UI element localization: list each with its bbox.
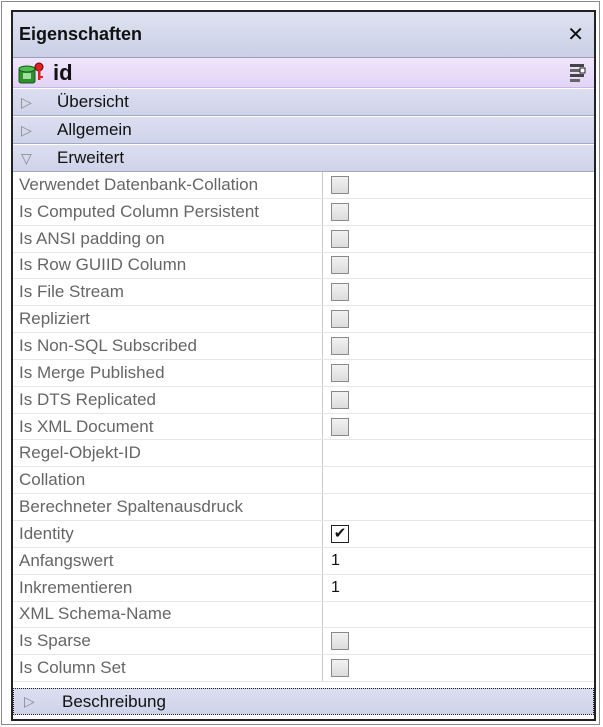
panel-titlebar: Eigenschaften ✕	[13, 12, 594, 58]
property-name: Identity	[13, 520, 323, 547]
property-grid: Verwendet Datenbank-Collation Is Computed…	[13, 172, 594, 683]
panel-title: Eigenschaften	[19, 24, 143, 44]
checkbox[interactable]	[331, 202, 349, 221]
property-row: Inkrementieren 1	[13, 574, 594, 602]
property-row: Regel-Objekt-ID	[13, 440, 594, 468]
checkbox[interactable]	[331, 632, 349, 651]
property-value[interactable]	[323, 253, 594, 279]
property-name: Is XML Document	[13, 413, 323, 440]
property-row: Is Merge Published	[13, 359, 594, 387]
section-label: Erweitert	[57, 148, 125, 167]
checkbox[interactable]	[331, 229, 349, 248]
property-name: XML Schema-Name	[13, 601, 323, 628]
property-value[interactable]	[323, 387, 594, 413]
checkbox[interactable]	[331, 336, 349, 355]
property-name: Regel-Objekt-ID	[13, 440, 323, 467]
expand-triangle-icon: ▷	[21, 121, 32, 138]
property-name: Is DTS Replicated	[13, 386, 323, 413]
checkbox[interactable]	[331, 310, 349, 329]
section-beschreibung[interactable]: ▷ Beschreibung	[13, 688, 594, 715]
property-name: Is Sparse	[13, 628, 323, 655]
section-label: Allgemein	[57, 120, 132, 139]
property-name: Is Computed Column Persistent	[13, 198, 323, 225]
checked-checkbox[interactable]: ✔	[331, 524, 349, 543]
property-row: Is Column Set	[13, 655, 594, 683]
object-name: id	[53, 59, 73, 85]
property-value[interactable]	[323, 628, 594, 654]
property-name: Is ANSI padding on	[13, 225, 323, 252]
property-row: Is File Stream	[13, 279, 594, 307]
property-value[interactable]	[323, 467, 594, 493]
section-label: Beschreibung	[62, 691, 166, 711]
expand-triangle-icon: ▷	[24, 693, 35, 709]
property-value[interactable]	[323, 306, 594, 332]
property-row: Verwendet Datenbank-Collation	[13, 172, 594, 199]
property-value[interactable]	[323, 440, 594, 466]
property-value[interactable]: 1	[323, 548, 594, 574]
property-value[interactable]	[323, 172, 594, 198]
property-value[interactable]	[323, 360, 594, 386]
property-row: Is Row GUIID Column	[13, 252, 594, 280]
property-row: Repliziert	[13, 306, 594, 334]
property-value[interactable]	[323, 414, 594, 440]
properties-panel: Eigenschaften ✕ id ▷ Übersicht ▷ Allgeme…	[11, 10, 596, 721]
property-value-text: 1	[331, 551, 340, 569]
property-name: Repliziert	[13, 306, 323, 333]
property-row: Is Non-SQL Subscribed	[13, 333, 594, 360]
collapse-triangle-icon: ▽	[21, 149, 32, 166]
property-name: Anfangswert	[13, 547, 323, 574]
property-name: Berechneter Spaltenausdruck	[13, 494, 323, 520]
expand-triangle-icon: ▷	[21, 93, 32, 110]
property-value[interactable]	[323, 199, 594, 225]
window-frame: Eigenschaften ✕ id ▷ Übersicht ▷ Allgeme…	[1, 1, 600, 725]
property-value-text: 1	[331, 578, 340, 596]
property-name: Verwendet Datenbank-Collation	[13, 172, 323, 198]
property-value[interactable]	[323, 333, 594, 359]
property-value[interactable]	[323, 279, 594, 305]
property-row: Identity ✔	[13, 520, 594, 548]
checkbox[interactable]	[331, 659, 349, 678]
property-name: Is File Stream	[13, 279, 323, 306]
property-row: Anfangswert 1	[13, 547, 594, 575]
section-label: Übersicht	[57, 92, 129, 111]
property-name: Is Column Set	[13, 655, 323, 682]
property-name: Is Row GUIID Column	[13, 252, 323, 279]
checkbox[interactable]	[331, 363, 349, 382]
property-value[interactable]	[323, 602, 594, 628]
sort-properties-icon[interactable]	[568, 63, 586, 83]
checkbox[interactable]	[331, 175, 349, 194]
property-row: XML Schema-Name	[13, 601, 594, 629]
property-value[interactable]	[323, 226, 594, 252]
property-row: Berechneter Spaltenausdruck	[13, 494, 594, 521]
checkbox[interactable]	[331, 256, 349, 275]
property-name: Is Non-SQL Subscribed	[13, 333, 323, 359]
property-value[interactable]	[323, 655, 594, 681]
checkbox[interactable]	[331, 417, 349, 436]
property-value[interactable]: 1	[323, 575, 594, 601]
close-icon[interactable]: ✕	[567, 22, 584, 47]
property-name: Is Merge Published	[13, 359, 323, 386]
checkbox[interactable]	[331, 283, 349, 302]
object-header: id	[13, 58, 594, 88]
db-column-key-icon	[17, 61, 47, 85]
checkbox[interactable]	[331, 390, 349, 409]
property-value[interactable]	[323, 494, 594, 520]
property-name: Inkrementieren	[13, 574, 323, 601]
property-row: Is Sparse	[13, 628, 594, 656]
property-row: Is Computed Column Persistent	[13, 198, 594, 226]
property-name: Collation	[13, 467, 323, 494]
property-row: Is XML Document	[13, 413, 594, 441]
property-row: Is DTS Replicated	[13, 386, 594, 414]
property-row: Collation	[13, 467, 594, 495]
section-uebersicht[interactable]: ▷ Übersicht	[13, 88, 594, 116]
property-row: Is ANSI padding on	[13, 225, 594, 253]
property-value[interactable]: ✔	[323, 521, 594, 547]
section-allgemein[interactable]: ▷ Allgemein	[13, 116, 594, 144]
section-erweitert[interactable]: ▽ Erweitert	[13, 144, 594, 172]
